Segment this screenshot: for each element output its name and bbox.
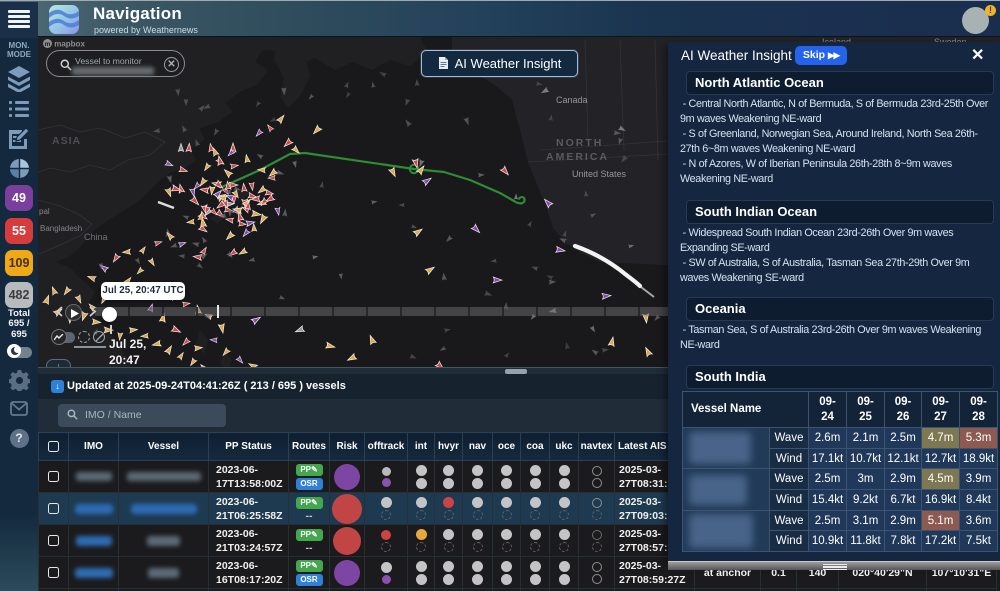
svg-text:United States: United States xyxy=(572,169,627,179)
svg-text:Bangladesh: Bangladesh xyxy=(40,224,82,233)
svg-text:ASIA: ASIA xyxy=(52,135,81,147)
svg-text:China: China xyxy=(84,232,108,242)
svg-text:AMERICA: AMERICA xyxy=(546,151,609,163)
svg-text:NORTH: NORTH xyxy=(556,137,603,149)
svg-text:m: m xyxy=(45,41,51,48)
svg-text:pal: pal xyxy=(39,207,50,216)
svg-text:Canada: Canada xyxy=(556,95,588,105)
